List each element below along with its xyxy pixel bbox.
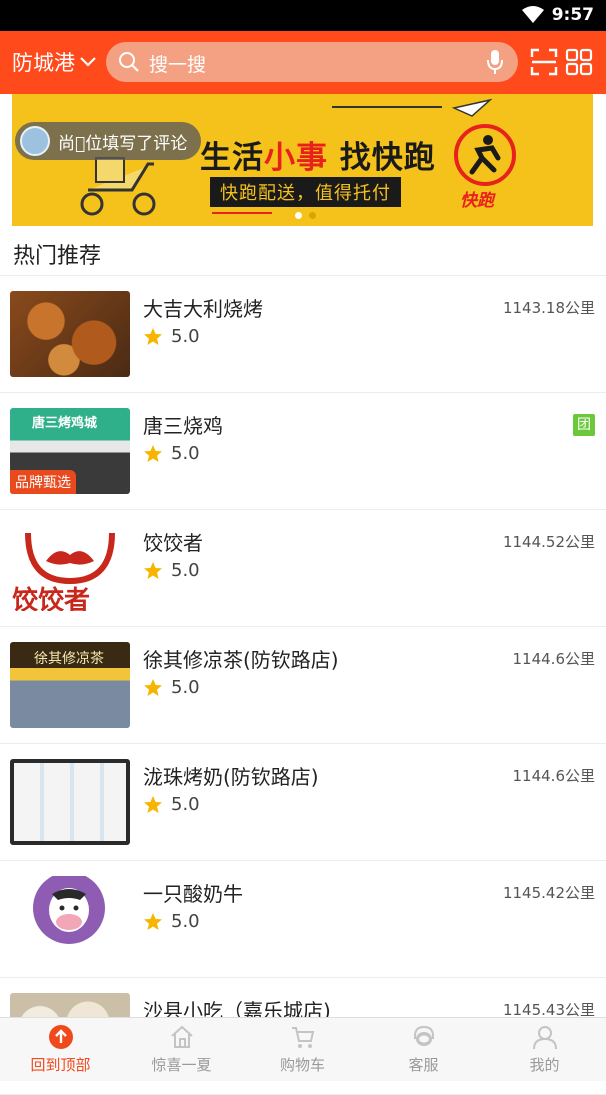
shop-item[interactable]: 饺饺者 饺饺者 5.0 1144.52公里 bbox=[0, 510, 606, 627]
city-name: 防城港 bbox=[12, 51, 75, 75]
shop-name: 饺饺者 bbox=[143, 531, 203, 555]
shop-thumbnail: 徐其修凉茶 bbox=[10, 642, 130, 728]
shop-name: 徐其修凉茶(防钦路店) bbox=[143, 648, 339, 672]
tab-surprise[interactable]: 惊喜一夏 bbox=[121, 1018, 242, 1081]
city-selector[interactable]: 防城港 bbox=[12, 47, 97, 77]
grid-menu-icon[interactable] bbox=[565, 48, 593, 76]
section-title: 热门推荐 bbox=[13, 244, 102, 269]
shop-distance: 1144.6公里 bbox=[512, 767, 596, 785]
shop-distance: 1145.42公里 bbox=[502, 884, 595, 902]
shop-rating: 5.0 bbox=[143, 443, 200, 464]
search-icon bbox=[119, 52, 139, 72]
star-icon bbox=[144, 561, 162, 579]
shop-rating: 5.0 bbox=[143, 560, 200, 581]
shop-thumbnail: 唐三烤鸡城 品牌甄选 bbox=[10, 408, 130, 494]
top-nav: 防城港 搜一搜 bbox=[0, 31, 606, 94]
promo-banner[interactable]: 尚 位填写了评论 生活小事 找快跑 快跑配送，值得托付 快跑 bbox=[12, 94, 593, 226]
banner-decoration bbox=[212, 212, 272, 214]
banner-decoration bbox=[332, 106, 442, 108]
clock: 9:57 bbox=[551, 5, 594, 25]
status-bar: 9:57 bbox=[0, 0, 606, 31]
shop-rating: 5.0 bbox=[143, 794, 200, 815]
shop-item[interactable]: 唐三烤鸡城 品牌甄选 唐三烧鸡 5.0 团 bbox=[0, 393, 606, 510]
shop-item[interactable]: 徐其修凉茶 徐其修凉茶(防钦路店) 5.0 1144.6公里 bbox=[0, 627, 606, 744]
search-input[interactable]: 搜一搜 bbox=[149, 50, 206, 77]
avatar bbox=[20, 126, 50, 156]
scan-icon[interactable] bbox=[530, 48, 558, 76]
shop-name: 大吉大利烧烤 bbox=[143, 297, 263, 321]
shop-distance: 1144.6公里 bbox=[512, 650, 596, 668]
shop-sign-text: 唐三烤鸡城 bbox=[32, 416, 98, 431]
shop-rating: 5.0 bbox=[143, 677, 200, 698]
tab-label: 我的 bbox=[529, 1056, 560, 1074]
svg-text:饺饺者: 饺饺者 bbox=[12, 585, 90, 611]
wifi-icon bbox=[522, 6, 544, 23]
tab-label: 回到顶部 bbox=[30, 1056, 91, 1074]
star-icon bbox=[144, 678, 162, 696]
shop-item[interactable]: 一只酸奶牛 5.0 1145.42公里 bbox=[0, 861, 606, 978]
tab-back-to-top[interactable]: 回到顶部 bbox=[0, 1018, 121, 1081]
arrow-up-circle-icon bbox=[49, 1025, 73, 1049]
star-icon bbox=[144, 444, 162, 462]
search-bar[interactable]: 搜一搜 bbox=[106, 42, 518, 82]
tab-mine[interactable]: 我的 bbox=[484, 1018, 605, 1081]
shop-distance: 1144.52公里 bbox=[502, 533, 595, 551]
headset-icon bbox=[414, 1025, 434, 1046]
banner-headline: 生活小事 找快跑 bbox=[200, 140, 436, 176]
star-icon bbox=[144, 795, 162, 813]
kuaipao-logo bbox=[454, 124, 516, 186]
group-buy-tag: 团 bbox=[573, 414, 595, 436]
brand-badge: 品牌甄选 bbox=[10, 470, 76, 494]
shop-thumbnail bbox=[10, 291, 130, 377]
shop-rating: 5.0 bbox=[143, 911, 200, 932]
logo-text: 快跑 bbox=[460, 191, 494, 211]
carousel-dot[interactable] bbox=[309, 212, 316, 219]
banner-subline: 快跑配送，值得托付 bbox=[210, 177, 401, 207]
star-icon bbox=[144, 327, 162, 345]
carousel-dot-active[interactable] bbox=[295, 212, 302, 219]
chevron-down-icon bbox=[80, 57, 96, 67]
cart-icon bbox=[292, 1027, 315, 1048]
shop-logo: 饺饺者 bbox=[12, 532, 115, 611]
user-icon bbox=[533, 1026, 557, 1050]
microphone-icon[interactable] bbox=[486, 49, 504, 75]
shop-item[interactable]: 大吉大利烧烤 5.0 1143.18公里 bbox=[0, 276, 606, 393]
shop-thumbnail: 饺饺者 bbox=[10, 525, 130, 611]
shop-sign-text: 徐其修凉茶 bbox=[34, 651, 104, 667]
tab-label: 购物车 bbox=[279, 1056, 325, 1074]
shop-distance: 1143.18公里 bbox=[502, 299, 595, 317]
star-icon bbox=[144, 912, 162, 930]
tab-label: 惊喜一夏 bbox=[151, 1056, 212, 1074]
bottom-nav: 回到顶部 惊喜一夏 购物车 客服 我的 bbox=[0, 1017, 606, 1081]
paper-plane-icon bbox=[452, 98, 492, 117]
runner-icon bbox=[469, 135, 501, 175]
shop-thumbnail bbox=[10, 759, 130, 845]
tab-label: 客服 bbox=[408, 1056, 439, 1074]
shop-name: 唐三烧鸡 bbox=[143, 414, 223, 438]
shop-name: 泷珠烤奶(防钦路店) bbox=[143, 765, 319, 789]
tab-service[interactable]: 客服 bbox=[363, 1018, 484, 1081]
shop-rating: 5.0 bbox=[143, 326, 200, 347]
review-notice: 尚 位填写了评论 bbox=[15, 122, 202, 160]
shop-thumbnail bbox=[10, 876, 130, 962]
cow-logo bbox=[33, 876, 105, 944]
shop-name: 一只酸奶牛 bbox=[143, 882, 243, 906]
shop-item[interactable]: 泷珠烤奶(防钦路店) 5.0 1144.6公里 bbox=[0, 744, 606, 861]
tab-cart[interactable]: 购物车 bbox=[242, 1018, 363, 1081]
notice-text: 尚 位填写了评论 bbox=[58, 133, 188, 154]
shop-list: 大吉大利烧烤 5.0 1143.18公里 唐三烤鸡城 品牌甄选 唐三烧鸡 5.0… bbox=[0, 276, 606, 1095]
home-icon bbox=[171, 1025, 193, 1048]
